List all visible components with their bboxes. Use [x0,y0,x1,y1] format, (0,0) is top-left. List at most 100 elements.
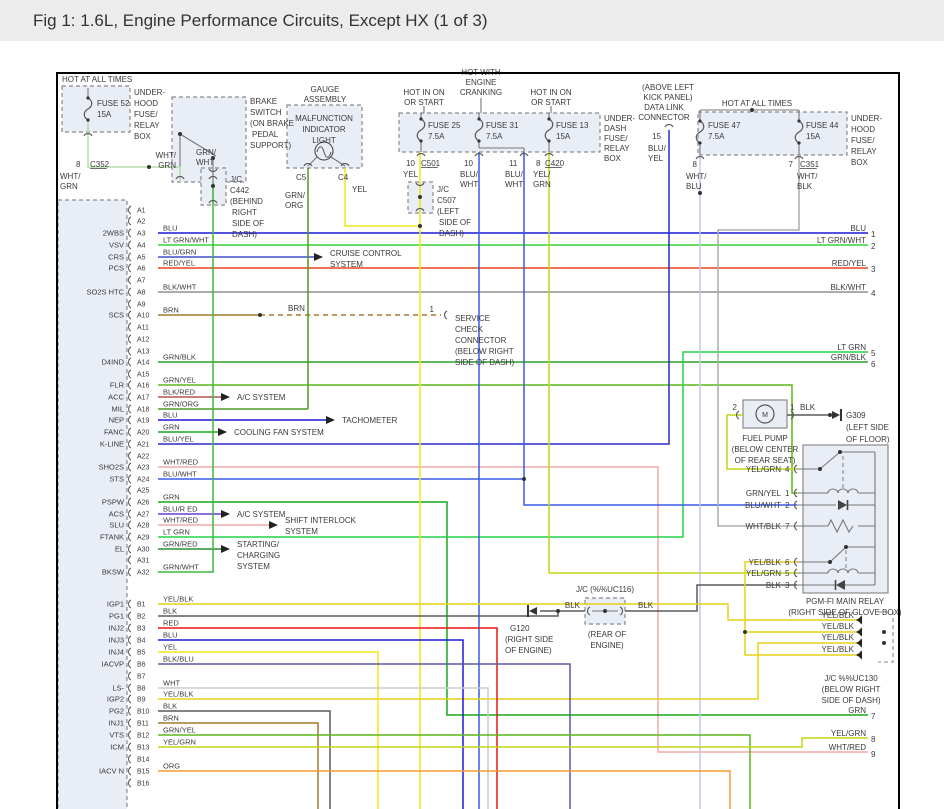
pin-connector-icon [129,743,131,751]
diagram-label: OF FLOOR) [846,435,890,444]
ecm-pin-label: B16 [137,781,150,788]
diagram-label: UNDER- [134,88,165,97]
wire-color-label: GRN/RED [163,540,198,549]
junction-dot [818,467,822,471]
diagram-label: BLK [797,182,813,191]
ecm-pin-label: A13 [137,349,150,356]
ecm-pin-label: A18 [137,407,150,414]
diagram-label: WHT/ [60,172,81,181]
ecm-signal-label: VTS [109,731,124,740]
fuse-terminal [477,117,480,120]
junction-dot [750,108,754,112]
diagram-label: SYSTEM [330,260,363,269]
ecm-signal-label: INJ1 [109,719,124,728]
diagram-label: SIDE OF [232,219,264,228]
ecm-signal-label: ICM [110,743,124,752]
diagram-label: BLU [850,224,866,233]
diagram-label: (LEFT [437,207,459,216]
diagram-label: 15A [556,132,571,141]
pin-connector-icon [129,556,131,564]
fuse-terminal [797,119,800,122]
pin-connector-icon [129,545,131,553]
ecm-signal-label: MIL [111,405,124,414]
junction-dot [556,609,560,613]
diagram-label: INDICATOR [302,125,345,134]
wire-color-label: BRN [163,714,179,723]
ecm-pin-label: A28 [137,523,150,530]
diagram-label: BLK [800,403,816,412]
diagram-label: J/C (%%UC116) [576,585,634,594]
ecm-pin-label: B15 [137,769,150,776]
diagram-label: C5 [296,173,307,182]
ecm-signal-label: SLU [109,521,124,530]
wire-color-label: BLU/R ED [163,505,198,514]
ecm-signal-label: FLR [110,381,125,390]
diagram-label: YEL/GRN [746,465,781,474]
fuse-terminal [86,118,89,121]
diagram-label: 1 [430,305,435,314]
diagram-label: ENGINE) [590,641,624,650]
wire-color-label: LT GRN/WHT [163,236,209,245]
diagram-label: MALFUNCTION [295,114,353,123]
ecm-signal-label: INJ2 [109,624,124,633]
diagram-label: C351 [800,160,820,169]
pin-connector-icon [129,241,131,249]
wire-color-label: RED/YEL [163,259,195,268]
ecm-signal-label: SCS [109,311,124,320]
diagram-label: BLK [766,581,782,590]
diagram-label: FUSE 13 [556,121,589,130]
ecm-pin-label: A11 [137,325,149,332]
ecm-pin-label: B10 [137,709,150,716]
diagram-label: RELAY [134,121,160,130]
fuse-terminal [797,141,800,144]
ecm-pin-label: A1 [137,208,146,215]
wire [158,640,463,809]
ecm-pin-label: B4 [137,638,146,645]
diagram-label: (RIGHT SIDE [505,635,553,644]
wire-color-label: BLU [163,631,178,640]
ecm-pin-label: B1 [137,602,146,609]
diagram-label: 6 [871,360,876,369]
diagram-label: HOT AT ALL TIMES [62,75,132,84]
pin-connector-icon [129,405,131,413]
ground-icon [832,411,840,419]
ecm-pin-label: A20 [137,430,150,437]
ecm-signal-label: FTANK [100,533,124,542]
pin-connector-icon [129,428,131,436]
pin-connector-icon [129,323,131,331]
wire-color-label: YEL/BLK [163,690,193,699]
junction-dot [418,224,422,228]
ecm-pin-label: A7 [137,278,146,285]
pin-connector-icon [129,660,131,668]
diagram-label: (LEFT SIDE [846,423,889,432]
diagram-label: 8 [76,160,81,169]
connector-icon [417,154,425,156]
wiring-diagram: HOT AT ALL TIMESFUSE 5215AUNDER-HOODFUSE… [0,0,944,809]
pin-connector-icon [129,510,131,518]
wire-color-label: BLU/YEL [163,435,194,444]
ecm-pin-label: B8 [137,686,146,693]
wire-color-label: WHT/RED [163,516,199,525]
ecm-pin-label: A3 [137,231,146,238]
ecm-signal-label: EL [115,545,124,554]
diagram-label: LT GRN/WHT [817,236,866,245]
pin-connector-icon [129,264,131,272]
diagram-label: C420 [545,159,565,168]
pin-connector-icon [129,300,131,308]
ecm-pin-label: B2 [137,614,146,621]
pin-connector-icon [129,311,131,319]
junction-dot [178,132,182,136]
pin-connector-icon [129,393,131,401]
wire [158,723,318,809]
pin-connector-icon [129,684,131,692]
ecm-signal-label: 2WBS [103,229,124,238]
ecm-pin-label: B5 [137,650,146,657]
arrow-icon [326,416,335,424]
diagram-label: WHT [196,158,214,167]
connector-icon [445,311,447,319]
diagram-label: FUSE/ [851,136,875,145]
diagram-label: 8 [871,735,876,744]
junction-dot [882,641,886,645]
junction-dot [828,560,832,564]
pin-connector-icon [129,486,131,494]
